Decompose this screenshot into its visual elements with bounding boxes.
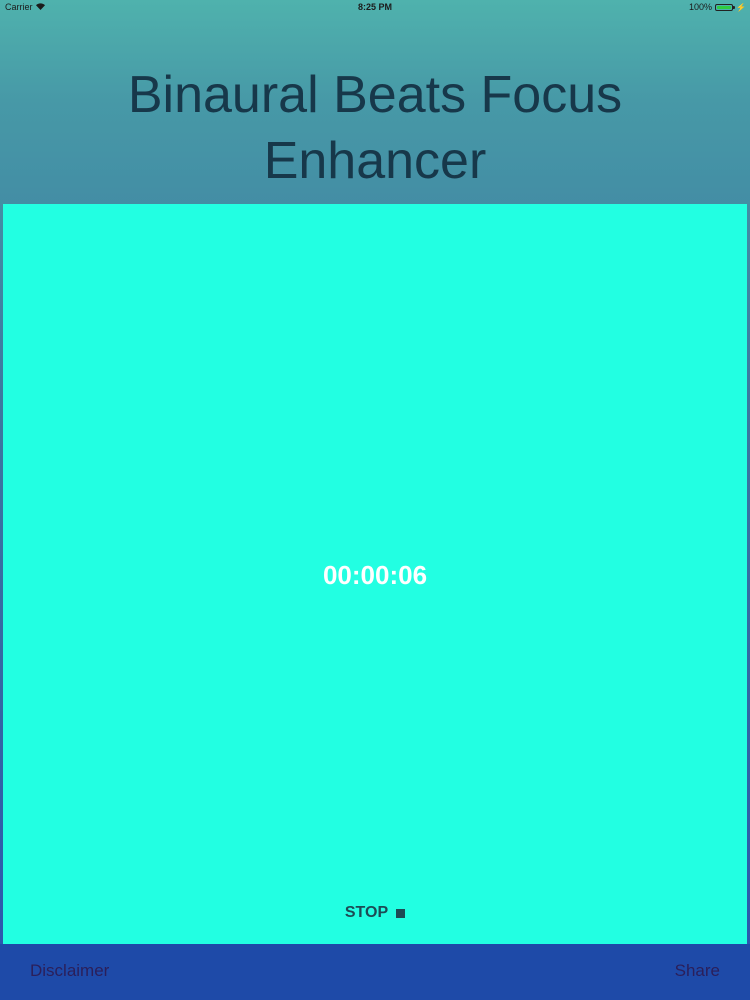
status-bar: Carrier 8:25 PM 100% ⚡ [0, 0, 750, 16]
status-right: 100% ⚡ [689, 2, 746, 12]
charging-icon: ⚡ [736, 2, 746, 12]
page-title: Binaural Beats Focus Enhancer [0, 62, 750, 194]
title-line-2: Enhancer [263, 132, 487, 190]
share-button[interactable]: Share [675, 961, 720, 981]
battery-percent: 100% [689, 2, 713, 12]
stop-button[interactable]: STOP [3, 904, 747, 922]
battery-tip [733, 5, 736, 9]
stop-square-icon [396, 908, 406, 918]
player-panel[interactable]: 00:00:06 STOP [3, 204, 747, 944]
title-line-1: Binaural Beats Focus [127, 66, 623, 124]
status-time: 8:25 PM [357, 2, 392, 12]
bottom-bar: Disclaimer Share [0, 944, 750, 1000]
disclaimer-button[interactable]: Disclaimer [30, 961, 109, 981]
battery-icon [715, 3, 736, 11]
stop-label: STOP [344, 904, 389, 921]
battery-fill [717, 5, 732, 9]
elapsed-timer: 00:00:06 [322, 560, 428, 590]
